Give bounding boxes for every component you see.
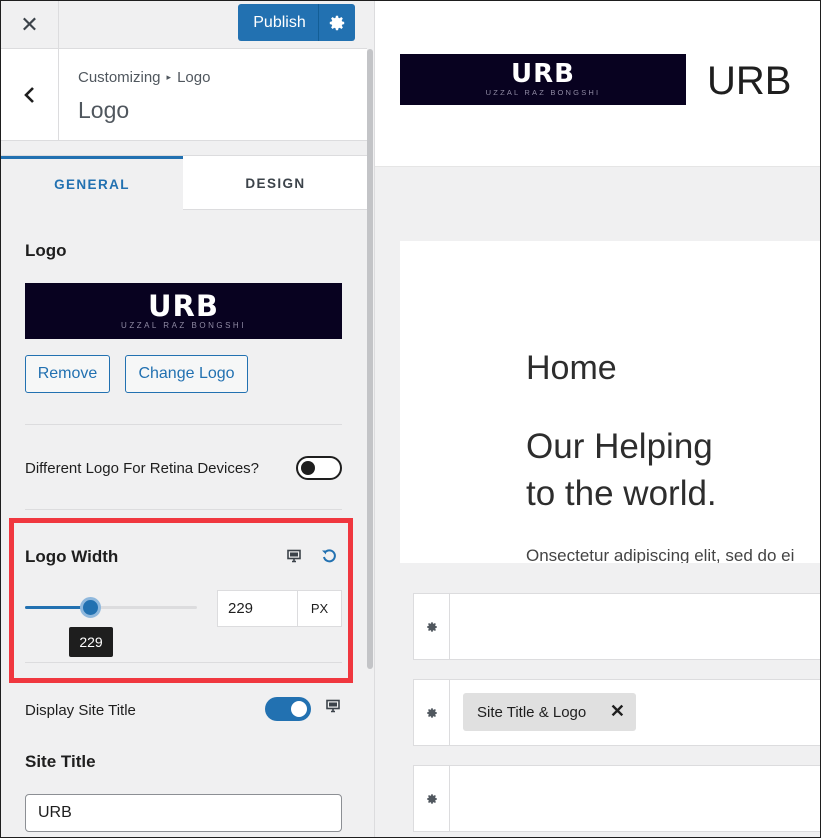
breadcrumb-leaf: Logo xyxy=(177,69,211,86)
desktop-icon[interactable] xyxy=(326,699,340,713)
preview-content-card: Home Our Helping to the world. Onsectetu… xyxy=(400,241,820,563)
builder-row-below-header[interactable] xyxy=(413,765,820,832)
retina-logo-toggle[interactable] xyxy=(296,456,342,480)
logo-width-unit[interactable]: PX xyxy=(297,590,342,627)
breadcrumb-separator: ▸ xyxy=(166,72,172,82)
logo-width-input[interactable]: 229 xyxy=(217,590,297,627)
gear-icon xyxy=(426,707,437,718)
display-site-title-label: Display Site Title xyxy=(25,702,136,719)
section-header: Customizing ▸ Logo Logo xyxy=(1,49,367,141)
preview-logo[interactable]: URB UZZAL RAZ BONGSHI xyxy=(400,54,686,105)
preview-header: URB UZZAL RAZ BONGSHI URB xyxy=(375,1,820,167)
preview-page-title: Home xyxy=(526,349,617,387)
header-builder: Site Title & Logo ✕ xyxy=(375,563,820,837)
display-site-title-toggle[interactable] xyxy=(265,697,311,721)
preview-heading: Our Helping to the world. xyxy=(526,423,717,517)
back-button[interactable] xyxy=(1,49,59,141)
reset-icon[interactable] xyxy=(321,548,337,564)
chip-label: Site Title & Logo xyxy=(477,703,587,721)
logo-width-title: Logo Width xyxy=(25,547,119,566)
builder-row-above-header[interactable] xyxy=(413,593,820,660)
publish-button[interactable]: Publish xyxy=(238,4,321,41)
divider xyxy=(25,509,342,510)
preview-heading-line1: Our Helping xyxy=(526,427,713,466)
tab-bar: GENERAL DESIGN xyxy=(1,155,367,210)
site-title-input[interactable]: URB xyxy=(25,794,342,832)
customizer-window: ✕ Publish Customizing ▸ Logo Logo GENERAL xyxy=(0,0,821,838)
site-title-heading: Site Title xyxy=(25,752,96,771)
publish-settings-button[interactable] xyxy=(318,4,355,41)
row-settings-button[interactable] xyxy=(414,680,450,745)
close-customizer-button[interactable]: ✕ xyxy=(1,1,59,48)
chevron-left-icon xyxy=(23,87,34,103)
site-title-logo-chip[interactable]: Site Title & Logo ✕ xyxy=(463,693,636,731)
logo-image: URB UZZAL RAZ BONGSHI xyxy=(25,283,342,339)
retina-logo-label: Different Logo For Retina Devices? xyxy=(25,460,260,477)
preview-heading-line2: to the world. xyxy=(526,474,717,513)
gear-icon xyxy=(426,793,437,804)
change-logo-button[interactable]: Change Logo xyxy=(125,355,248,393)
desktop-icon[interactable] xyxy=(287,549,301,563)
gear-icon xyxy=(426,621,437,632)
customizer-topbar: ✕ Publish xyxy=(1,1,367,49)
close-icon: ✕ xyxy=(20,11,39,37)
slider-tooltip: 229 xyxy=(69,627,113,657)
gear-icon xyxy=(329,15,345,30)
preview-logo-text: URB xyxy=(511,59,575,89)
breadcrumb-root: Customizing xyxy=(78,69,161,86)
builder-row-primary-header[interactable]: Site Title & Logo ✕ xyxy=(413,679,820,746)
preview-logo-subtext: UZZAL RAZ BONGSHI xyxy=(485,88,601,97)
logo-width-slider[interactable] xyxy=(25,597,197,618)
row-settings-button[interactable] xyxy=(414,766,450,831)
toggle-knob xyxy=(301,461,315,475)
customizer-sidebar: ✕ Publish Customizing ▸ Logo Logo GENERAL xyxy=(1,1,375,837)
breadcrumb: Customizing ▸ Logo xyxy=(78,69,210,86)
sidebar-scrollbar[interactable] xyxy=(367,49,373,669)
preview-site-title[interactable]: URB xyxy=(707,59,791,104)
divider xyxy=(25,662,342,663)
logo-image-subtext: UZZAL RAZ BONGSHI xyxy=(121,321,246,330)
remove-logo-button[interactable]: Remove xyxy=(25,355,110,393)
divider xyxy=(25,424,342,425)
logo-image-text: URB xyxy=(148,289,219,323)
row-settings-button[interactable] xyxy=(414,594,450,659)
toggle-knob xyxy=(291,701,307,717)
tab-general[interactable]: GENERAL xyxy=(1,156,183,210)
preview-paragraph: Onsectetur adipiscing elit, sed do ei xyxy=(526,546,795,563)
slider-thumb[interactable] xyxy=(80,597,101,618)
close-icon[interactable]: ✕ xyxy=(610,701,625,722)
logo-section-title: Logo xyxy=(25,241,67,260)
tab-design[interactable]: DESIGN xyxy=(184,156,367,210)
site-preview: URB UZZAL RAZ BONGSHI URB Home Our Helpi… xyxy=(375,1,820,837)
section-title: Logo xyxy=(78,97,130,123)
